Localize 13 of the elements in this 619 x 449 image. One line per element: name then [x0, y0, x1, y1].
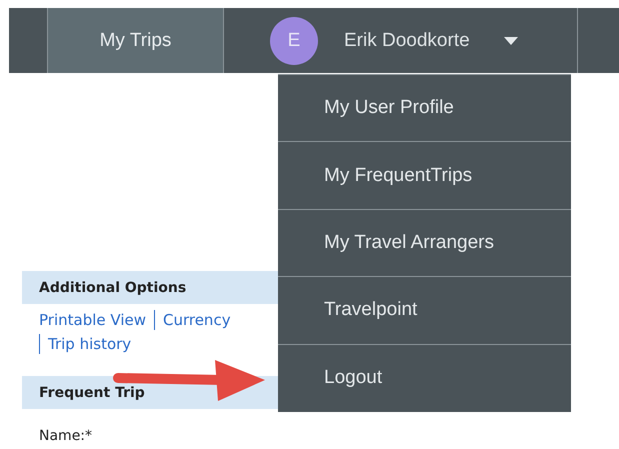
- option-link[interactable]: Currency: [154, 310, 239, 330]
- caret-icon: [504, 36, 518, 44]
- user-avatar: E: [270, 16, 318, 64]
- menu-item[interactable]: My FrequentTrips: [278, 142, 571, 210]
- option-link[interactable]: Printable View: [39, 310, 154, 330]
- menu-item[interactable]: Logout: [278, 344, 571, 412]
- menu-item[interactable]: My User Profile: [278, 75, 571, 142]
- nav-tab[interactable]: My Trips: [48, 8, 224, 73]
- menu-item[interactable]: Travelpoint: [278, 277, 571, 345]
- menu-item[interactable]: My Travel Arrangers: [278, 210, 571, 278]
- option-link[interactable]: Trip history: [39, 334, 140, 354]
- section-header: Additional Options: [22, 271, 278, 304]
- field-label: Name:*: [38, 427, 94, 444]
